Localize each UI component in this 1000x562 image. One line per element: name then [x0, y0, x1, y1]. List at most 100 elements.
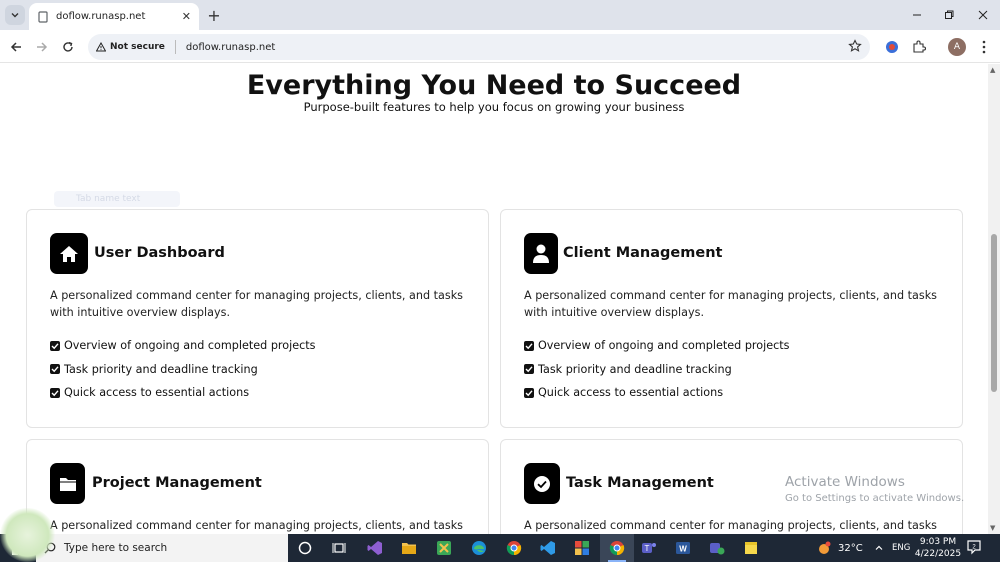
visual-studio-icon [367, 541, 382, 555]
list-item: Quick access to essential actions [50, 381, 315, 405]
checkbox-icon [524, 364, 534, 375]
feature-text: Task priority and deadline tracking [538, 362, 732, 376]
security-indicator[interactable]: Not secure [96, 42, 165, 52]
card-icon-box [50, 463, 85, 504]
taskbar-app-file-explorer[interactable] [392, 534, 426, 562]
browser-menu-button[interactable] [974, 37, 994, 57]
card-title: Client Management [563, 245, 723, 261]
taskbar-app-chrome-profile[interactable] [497, 534, 531, 562]
maximize-button[interactable] [932, 0, 966, 30]
page-title: Everything You Need to Succeed [246, 70, 742, 101]
browser-tab[interactable]: doflow.runasp.net ✕ [29, 3, 199, 30]
taskbar-app-teams[interactable]: T [632, 534, 666, 562]
notification-center-button[interactable]: 2 [966, 539, 986, 557]
minimize-button[interactable] [900, 0, 934, 30]
weather-widget[interactable]: 32°C [816, 534, 863, 562]
windows-taskbar: Type here to search T W 32°C ENG 9:03 PM… [0, 534, 1000, 562]
feature-card-user-dashboard: User Dashboard A personalized command ce… [26, 209, 489, 428]
temperature-text: 32°C [838, 542, 863, 554]
check-circle-icon [534, 475, 550, 492]
taskbar-app-sticky-notes[interactable] [734, 534, 768, 562]
feature-text: Overview of ongoing and completed projec… [538, 339, 790, 353]
taskbar-app-teams-chat[interactable] [700, 534, 734, 562]
chevron-down-icon [11, 13, 19, 18]
extension-button[interactable] [882, 37, 902, 57]
taskbar-app-word[interactable]: W [666, 534, 700, 562]
tab-title: doflow.runasp.net [56, 11, 146, 22]
vscode-icon [540, 541, 555, 555]
teams-chat-icon [710, 543, 725, 555]
chevron-up-icon [875, 545, 883, 550]
scroll-up-arrow-icon[interactable]: ▲ [990, 66, 995, 74]
page-scrollbar[interactable]: ▲ ▼ [988, 64, 1000, 534]
back-button[interactable] [6, 37, 26, 57]
new-tab-button[interactable]: + [205, 6, 223, 25]
card-description: A personalized command center for managi… [524, 289, 938, 319]
notification-icon: 2 [967, 540, 981, 555]
feature-text: Overview of ongoing and completed projec… [64, 339, 316, 353]
arrow-right-icon [37, 42, 48, 52]
card-title: User Dashboard [94, 245, 225, 261]
taskbar-app-edge[interactable] [462, 534, 496, 562]
word-icon: W [676, 542, 690, 554]
taskbar-app-visual-studio[interactable] [358, 534, 392, 562]
close-window-button[interactable] [966, 0, 1000, 30]
forward-button[interactable] [32, 37, 52, 57]
kebab-menu-icon [982, 40, 986, 54]
card-icon-box [524, 233, 558, 274]
feature-list: Overview of ongoing and completed projec… [524, 334, 789, 405]
bookmark-star-icon[interactable] [848, 39, 862, 53]
taskbar-app-snip[interactable] [427, 534, 461, 562]
reload-button[interactable] [58, 37, 78, 57]
card-description: A personalized command center for managi… [50, 519, 464, 532]
security-label: Not secure [110, 42, 165, 52]
card-icon-box [50, 233, 88, 274]
sticky-notes-icon [745, 542, 757, 554]
tab-strip: doflow.runasp.net ✕ + [0, 0, 1000, 30]
snipping-tool-icon [437, 541, 451, 555]
language-indicator[interactable]: ENG [892, 534, 910, 562]
feature-list: Overview of ongoing and completed projec… [50, 334, 315, 405]
folder-icon [402, 543, 416, 554]
url-text[interactable]: doflow.runasp.net [186, 42, 275, 53]
list-item: Overview of ongoing and completed projec… [524, 334, 789, 358]
task-view-icon [332, 543, 346, 553]
address-bar[interactable]: Not secure doflow.runasp.net [88, 34, 870, 60]
taskbar-search[interactable]: Type here to search [36, 534, 288, 562]
profile-avatar[interactable]: A [948, 38, 966, 56]
task-view-button[interactable] [322, 534, 356, 562]
show-hidden-icons-button[interactable] [874, 534, 884, 562]
tab-search-button[interactable] [5, 5, 25, 25]
office-grid-icon [575, 541, 589, 555]
clock-date: 4/22/2025 [914, 549, 962, 559]
reload-icon [63, 41, 73, 52]
restore-icon [945, 10, 954, 19]
arrow-left-icon [10, 42, 21, 52]
folder-icon [59, 477, 76, 491]
checkbox-icon [50, 364, 60, 375]
feature-card-project-management: Project Management A personalized comman… [26, 439, 489, 534]
taskbar-app-office[interactable] [565, 534, 599, 562]
user-icon [533, 244, 549, 263]
watermark-subtitle: Go to Settings to activate Windows. [785, 493, 965, 504]
edge-browser-icon [472, 541, 486, 555]
taskbar-clock[interactable]: 9:03 PM 4/22/2025 [912, 536, 964, 560]
taskbar-app-vscode[interactable] [531, 534, 565, 562]
checkbox-icon [524, 387, 534, 398]
warning-icon [96, 42, 106, 52]
close-tab-icon[interactable]: ✕ [182, 10, 191, 23]
scroll-thumb[interactable] [991, 234, 997, 392]
scroll-down-arrow-icon[interactable]: ▼ [990, 524, 995, 532]
extensions-menu-button[interactable] [909, 37, 929, 57]
puzzle-icon [913, 40, 926, 53]
cortana-circle-icon [298, 541, 312, 555]
card-description: A personalized command center for managi… [50, 289, 464, 319]
faded-tab-pill: Tab name text [54, 191, 180, 207]
page-icon [38, 10, 48, 23]
svg-text:T: T [645, 544, 650, 553]
card-title: Project Management [92, 475, 262, 491]
taskbar-app-chrome[interactable] [600, 534, 634, 562]
clock-time: 9:03 PM [919, 537, 957, 547]
cortana-button[interactable] [288, 534, 322, 562]
home-icon [60, 245, 78, 262]
